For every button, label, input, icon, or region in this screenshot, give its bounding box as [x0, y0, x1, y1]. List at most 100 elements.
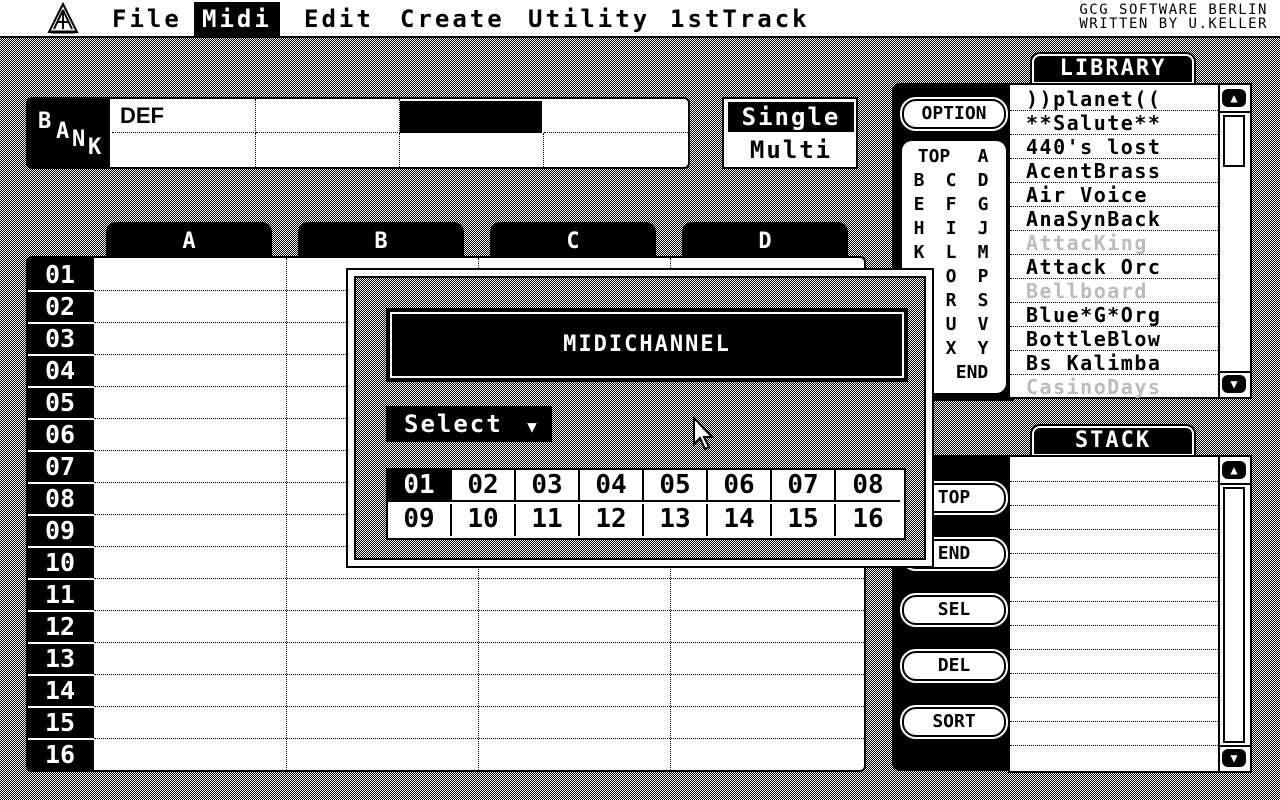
stack-sel-button[interactable]: SEL — [900, 593, 1008, 627]
tab-track-c[interactable]: C — [490, 222, 656, 258]
library-item[interactable]: Attack Orc — [1010, 255, 1218, 279]
channel-button-03[interactable]: 03 — [516, 470, 580, 502]
channel-button-08[interactable]: 08 — [836, 470, 900, 502]
bank-slot[interactable]: DEF — [112, 99, 256, 133]
alpha-key-s[interactable]: S — [968, 289, 998, 313]
alpha-key-end[interactable]: END — [942, 361, 1002, 385]
stack-scrollbar[interactable]: ▲ ▼ — [1218, 457, 1250, 771]
alpha-key-c[interactable]: C — [936, 169, 966, 193]
stack-tab[interactable]: STACK — [1030, 424, 1196, 458]
library-item[interactable]: Bellboard — [1010, 279, 1218, 303]
menu-midi[interactable]: Midi — [194, 2, 280, 36]
tab-track-d[interactable]: D — [682, 222, 848, 258]
stack-row[interactable] — [1010, 553, 1218, 554]
scroll-track[interactable] — [1220, 483, 1250, 747]
library-tab[interactable]: LIBRARY — [1030, 52, 1196, 86]
menu-file[interactable]: File — [104, 2, 190, 36]
channel-button-13[interactable]: 13 — [644, 504, 708, 536]
stack-row[interactable] — [1010, 505, 1218, 506]
bank-slot[interactable] — [544, 99, 688, 133]
tab-track-b[interactable]: B — [298, 222, 464, 258]
library-item[interactable]: ))planet(( — [1010, 87, 1218, 111]
channel-button-01[interactable]: 01 — [388, 470, 452, 502]
stack-row[interactable] — [1010, 577, 1218, 578]
alpha-key-v[interactable]: V — [968, 313, 998, 337]
alpha-key-g[interactable]: G — [968, 193, 998, 217]
library-item[interactable]: **Salute** — [1010, 111, 1218, 135]
library-item[interactable]: CasinoDays — [1010, 375, 1218, 399]
scroll-thumb[interactable] — [1223, 487, 1245, 743]
alpha-key-r[interactable]: R — [936, 289, 966, 313]
bank-slot[interactable] — [112, 133, 256, 167]
stack-row[interactable] — [1010, 745, 1218, 746]
alpha-key-a[interactable]: A — [968, 145, 998, 169]
alpha-key-p[interactable]: P — [968, 265, 998, 289]
stack-row[interactable] — [1010, 529, 1218, 530]
bank-slot[interactable] — [256, 99, 400, 133]
channel-button-04[interactable]: 04 — [580, 470, 644, 502]
alpha-key-o[interactable]: O — [936, 265, 966, 289]
scroll-thumb[interactable] — [1223, 115, 1245, 167]
menu-create[interactable]: Create — [392, 2, 513, 36]
library-item[interactable]: 440's lost — [1010, 135, 1218, 159]
menu-edit[interactable]: Edit — [296, 2, 382, 36]
stack-row[interactable] — [1010, 673, 1218, 674]
channel-button-11[interactable]: 11 — [516, 504, 580, 536]
option-button[interactable]: OPTION — [900, 97, 1008, 131]
bank-slot[interactable] — [256, 133, 400, 167]
menu-utility[interactable]: Utility — [520, 2, 658, 36]
alpha-key-b[interactable]: B — [904, 169, 934, 193]
scroll-down-icon[interactable]: ▼ — [1222, 375, 1246, 393]
stack-row[interactable] — [1010, 721, 1218, 722]
alpha-key-j[interactable]: J — [968, 217, 998, 241]
multi-button[interactable]: Multi — [728, 135, 854, 165]
atari-logo-icon[interactable] — [46, 2, 80, 34]
library-item[interactable]: BottleBlow — [1010, 327, 1218, 351]
bank-slot[interactable] — [544, 133, 688, 167]
alpha-key-m[interactable]: M — [968, 241, 998, 265]
library-list[interactable]: ▲ ▼ ))planet((**Salute** 440's lost AcentB… — [1008, 83, 1252, 399]
alpha-key-f[interactable]: F — [936, 193, 966, 217]
scroll-down-icon[interactable]: ▼ — [1222, 749, 1246, 767]
alpha-key-i[interactable]: I — [936, 217, 966, 241]
library-item[interactable]: Blue*G*Org — [1010, 303, 1218, 327]
alpha-key-top[interactable]: TOP — [904, 145, 964, 169]
scroll-up-icon[interactable]: ▲ — [1222, 89, 1246, 107]
stack-row[interactable] — [1010, 649, 1218, 650]
scroll-up-icon[interactable]: ▲ — [1222, 461, 1246, 479]
channel-button-06[interactable]: 06 — [708, 470, 772, 502]
alpha-key-u[interactable]: U — [936, 313, 966, 337]
alpha-key-x[interactable]: X — [936, 337, 966, 361]
stack-row[interactable] — [1010, 601, 1218, 602]
single-button[interactable]: Single — [728, 102, 854, 132]
library-item[interactable]: Bs Kalimba — [1010, 351, 1218, 375]
stack-row[interactable] — [1010, 625, 1218, 626]
channel-button-15[interactable]: 15 — [772, 504, 836, 536]
channel-button-14[interactable]: 14 — [708, 504, 772, 536]
alpha-key-y[interactable]: Y — [968, 337, 998, 361]
library-item[interactable]: AnaSynBack — [1010, 207, 1218, 231]
alpha-key-h[interactable]: H — [904, 217, 934, 241]
channel-button-16[interactable]: 16 — [836, 504, 900, 536]
bank-slot-selected[interactable] — [400, 101, 542, 133]
stack-del-button[interactable]: DEL — [900, 649, 1008, 683]
alpha-key-e[interactable]: E — [904, 193, 934, 217]
channel-button-10[interactable]: 10 — [452, 504, 516, 536]
channel-button-05[interactable]: 05 — [644, 470, 708, 502]
stack-sort-button[interactable]: SORT — [900, 705, 1008, 739]
alpha-key-l[interactable]: L — [936, 241, 966, 265]
stack-list[interactable]: ▲ ▼ — [1008, 455, 1252, 773]
channel-button-09[interactable]: 09 — [388, 504, 452, 536]
tab-track-a[interactable]: A — [106, 222, 272, 258]
select-dropdown[interactable]: Select ▼ — [386, 406, 552, 442]
alpha-key-d[interactable]: D — [968, 169, 998, 193]
channel-button-07[interactable]: 07 — [772, 470, 836, 502]
library-item[interactable]: AcentBrass — [1010, 159, 1218, 183]
library-scrollbar[interactable]: ▲ ▼ — [1218, 85, 1250, 397]
stack-row[interactable] — [1010, 697, 1218, 698]
menu-1st-track[interactable]: 1stTrack — [662, 2, 818, 36]
channel-button-02[interactable]: 02 — [452, 470, 516, 502]
channel-button-12[interactable]: 12 — [580, 504, 644, 536]
stack-row[interactable] — [1010, 481, 1218, 482]
library-item[interactable]: Air Voice — [1010, 183, 1218, 207]
